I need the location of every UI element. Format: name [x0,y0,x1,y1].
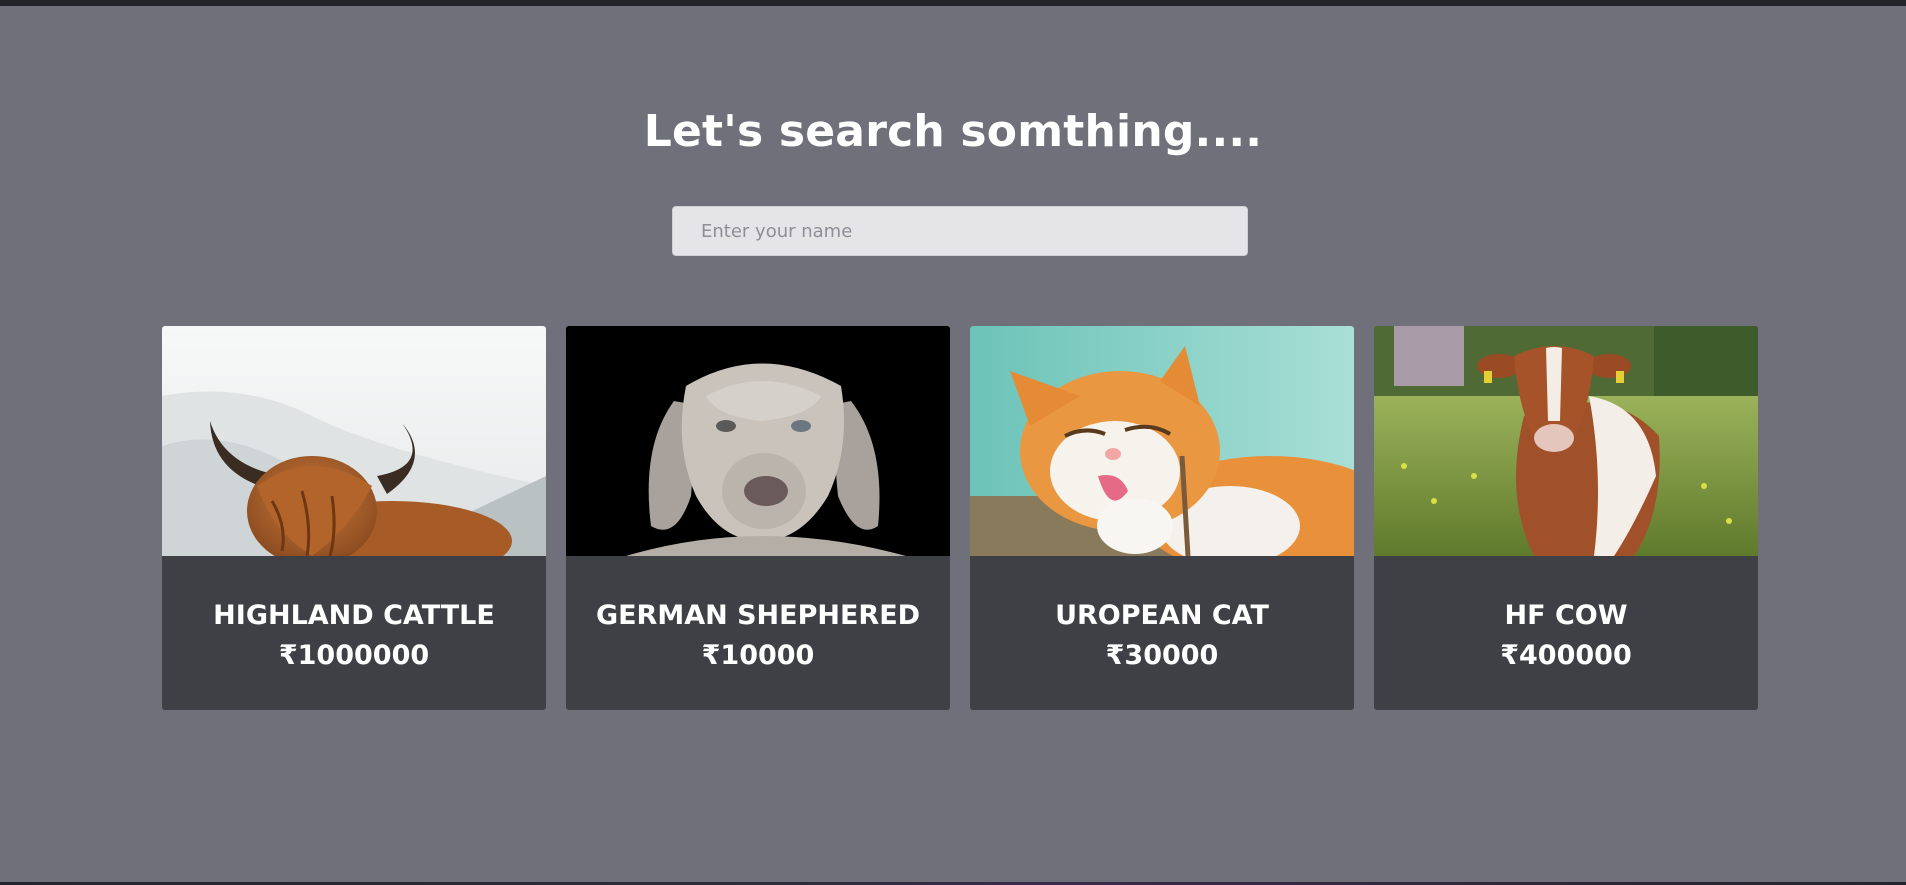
cat-image [970,326,1354,556]
page-title: Let's search somthing.... [643,106,1263,157]
dog-image [566,326,950,556]
card-title: HF COW [1504,600,1628,631]
cow-image [1374,326,1758,556]
product-card[interactable]: UROPEAN CAT ₹30000 [970,326,1354,710]
search-input[interactable] [672,206,1248,256]
card-price: ₹30000 [1105,640,1219,671]
card-price: ₹400000 [1500,640,1632,671]
card-title: UROPEAN CAT [1055,600,1269,631]
product-card[interactable]: GERMAN SHEPHERED ₹10000 [566,326,950,710]
card-title: HIGHLAND CATTLE [213,600,495,631]
card-price: ₹1000000 [278,640,430,671]
product-card[interactable]: HF COW ₹400000 [1374,326,1758,710]
product-card[interactable]: HIGHLAND CATTLE ₹1000000 [162,326,546,710]
card-price: ₹10000 [701,640,815,671]
card-grid: HIGHLAND CATTLE ₹1000000 GERMAN SHEPHERE… [162,326,1758,710]
highland-cattle-image [162,326,546,556]
card-title: GERMAN SHEPHERED [595,600,921,631]
top-bar [0,0,1906,6]
